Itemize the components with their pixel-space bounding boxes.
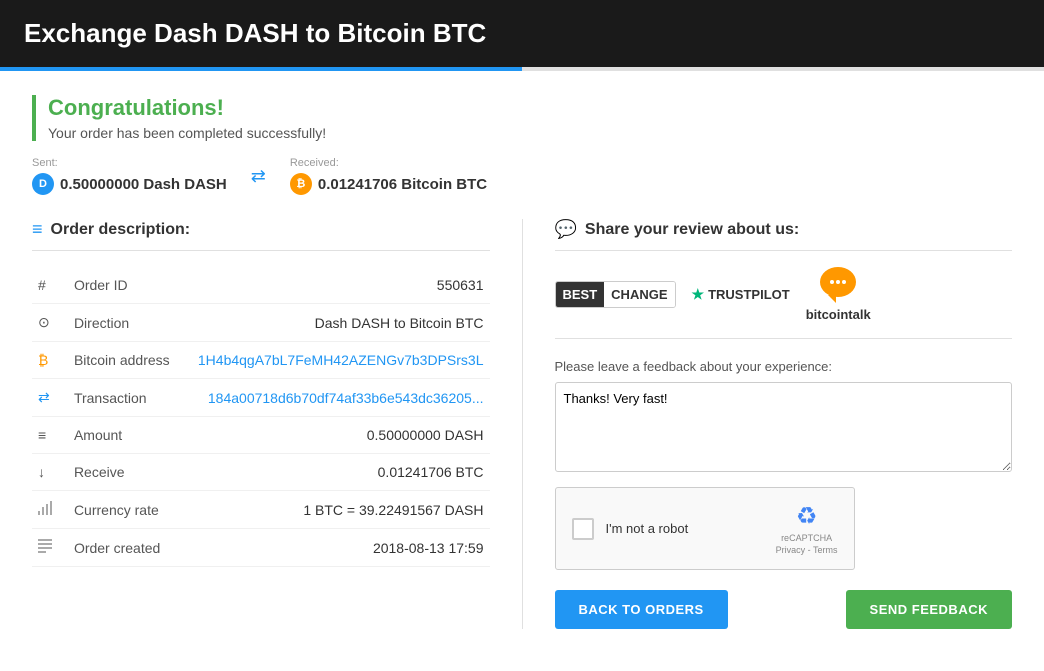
table-row: Order created 2018-08-13 17:59 bbox=[32, 529, 490, 567]
congratulations-heading: Congratulations! bbox=[48, 95, 1012, 121]
row-label: Direction bbox=[68, 304, 192, 342]
row-value: 0.50000000 DASH bbox=[192, 417, 490, 454]
trustpilot-label: TRUSTPILOT bbox=[708, 287, 790, 302]
recaptcha-right: ♻ reCAPTCHA Privacy - Terms bbox=[776, 502, 838, 555]
row-icon: ⊙ bbox=[32, 304, 68, 342]
dash-icon: D bbox=[32, 173, 54, 195]
review-section-title: 💬 Share your review about us: bbox=[555, 219, 1013, 251]
recaptcha-brand-text: reCAPTCHA bbox=[781, 533, 832, 543]
feedback-label: Please leave a feedback about your exper… bbox=[555, 359, 1013, 374]
row-icon: ↓ bbox=[32, 454, 68, 491]
bestchange-badge[interactable]: BEST CHANGE bbox=[555, 281, 676, 308]
recaptcha-box: I'm not a robot ♻ reCAPTCHA Privacy - Te… bbox=[555, 487, 855, 570]
received-label: Received: bbox=[290, 157, 487, 169]
received-value: ₿ 0.01241706 Bitcoin BTC bbox=[290, 173, 487, 195]
row-value: 184a00718d6b70df74af33b6e543dc36205... bbox=[192, 379, 490, 417]
order-section-title: ≡ Order description: bbox=[32, 219, 490, 251]
row-label: Amount bbox=[68, 417, 192, 454]
row-icon bbox=[32, 529, 68, 567]
exchange-arrow-icon: ⇄ bbox=[251, 166, 266, 187]
transaction-summary: Sent: D 0.50000000 Dash DASH ⇄ Received:… bbox=[32, 157, 1012, 195]
received-field: Received: ₿ 0.01241706 Bitcoin BTC bbox=[290, 157, 487, 195]
sent-field: Sent: D 0.50000000 Dash DASH bbox=[32, 157, 227, 195]
trustpilot-star-icon: ★ bbox=[692, 286, 705, 303]
row-value: 550631 bbox=[192, 267, 490, 304]
trustpilot-badge[interactable]: ★ TRUSTPILOT bbox=[692, 286, 790, 303]
table-row: Currency rate 1 BTC = 39.22491567 DASH bbox=[32, 491, 490, 529]
back-to-orders-button[interactable]: BACK TO ORDERS bbox=[555, 590, 728, 629]
row-icon bbox=[32, 491, 68, 529]
bitcointalk-text: bitcointalk bbox=[806, 307, 871, 322]
table-row: ≡ Amount 0.50000000 DASH bbox=[32, 417, 490, 454]
page-title: Exchange Dash DASH to Bitcoin BTC bbox=[24, 18, 486, 48]
row-label: Transaction bbox=[68, 379, 192, 417]
bitcointalk-bubble-icon bbox=[820, 267, 856, 297]
row-value: 0.01241706 BTC bbox=[192, 454, 490, 491]
bitcointalk-badge[interactable]: bitcointalk bbox=[806, 267, 871, 322]
bestchange-change-label: CHANGE bbox=[604, 282, 674, 307]
row-value: Dash DASH to Bitcoin BTC bbox=[192, 304, 490, 342]
sent-label: Sent: bbox=[32, 157, 227, 169]
order-table: # Order ID 550631 ⊙ Direction Dash DASH … bbox=[32, 267, 490, 567]
congratulations-subtext: Your order has been completed successful… bbox=[48, 125, 1012, 141]
row-icon: ₿ bbox=[32, 342, 68, 379]
transaction-link[interactable]: 184a00718d6b70df74af33b6e543dc36205... bbox=[208, 390, 484, 406]
send-feedback-button[interactable]: SEND FEEDBACK bbox=[846, 590, 1012, 629]
table-row: ↓ Receive 0.01241706 BTC bbox=[32, 454, 490, 491]
table-row: ⊙ Direction Dash DASH to Bitcoin BTC bbox=[32, 304, 490, 342]
recaptcha-checkbox[interactable] bbox=[572, 518, 594, 540]
row-icon: ≡ bbox=[32, 417, 68, 454]
table-row: # Order ID 550631 bbox=[32, 267, 490, 304]
row-label: Bitcoin address bbox=[68, 342, 192, 379]
review-platforms: BEST CHANGE ★ TRUSTPILOT bbox=[555, 267, 1013, 339]
recaptcha-left: I'm not a robot bbox=[572, 518, 689, 540]
row-value: 1H4b4qgA7bL7FeMH42AZENGv7b3DPSrs3L bbox=[192, 342, 490, 379]
main-content: Congratulations! Your order has been com… bbox=[0, 71, 1044, 671]
bitcoin-address-link[interactable]: 1H4b4qgA7bL7FeMH42AZENGv7b3DPSrs3L bbox=[198, 352, 484, 368]
table-row: ₿ Bitcoin address 1H4b4qgA7bL7FeMH42AZEN… bbox=[32, 342, 490, 379]
row-label: Order created bbox=[68, 529, 192, 567]
bottom-actions: BACK TO ORDERS SEND FEEDBACK bbox=[555, 590, 1013, 629]
btc-icon: ₿ bbox=[290, 173, 312, 195]
row-label: Receive bbox=[68, 454, 192, 491]
row-label: Order ID bbox=[68, 267, 192, 304]
row-value: 2018-08-13 17:59 bbox=[192, 529, 490, 567]
row-value: 1 BTC = 39.22491567 DASH bbox=[192, 491, 490, 529]
chat-icon: 💬 bbox=[555, 219, 577, 240]
bestchange-best-label: BEST bbox=[556, 282, 605, 307]
row-icon: # bbox=[32, 267, 68, 304]
recaptcha-logo-icon: ♻ bbox=[796, 502, 818, 531]
row-icon: ⇄ bbox=[32, 379, 68, 417]
table-row: ⇄ Transaction 184a00718d6b70df74af33b6e5… bbox=[32, 379, 490, 417]
sent-value: D 0.50000000 Dash DASH bbox=[32, 173, 227, 195]
row-label: Currency rate bbox=[68, 491, 192, 529]
list-icon: ≡ bbox=[32, 219, 43, 240]
feedback-textarea[interactable]: Thanks! Very fast! bbox=[555, 382, 1013, 472]
recaptcha-links-text: Privacy - Terms bbox=[776, 545, 838, 555]
recaptcha-label: I'm not a robot bbox=[606, 521, 689, 536]
congratulations-section: Congratulations! Your order has been com… bbox=[32, 95, 1012, 141]
top-header: Exchange Dash DASH to Bitcoin BTC bbox=[0, 0, 1044, 67]
